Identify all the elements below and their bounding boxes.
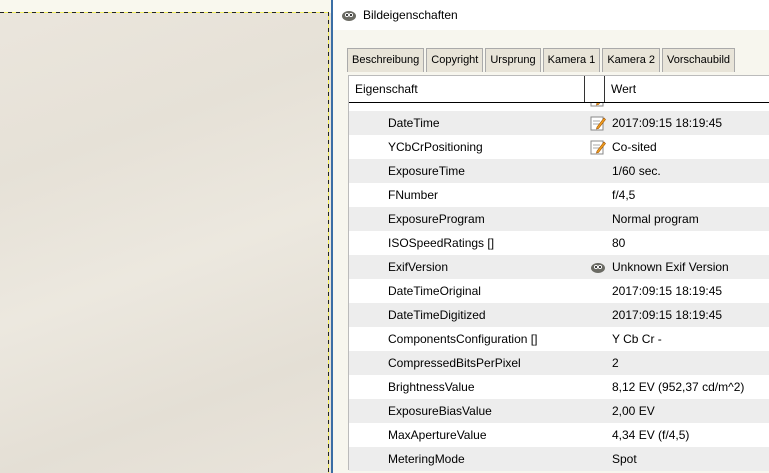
property-name: BrightnessValue xyxy=(388,380,475,394)
gimp-icon xyxy=(342,11,356,21)
column-header-property[interactable]: Eigenschaft xyxy=(349,76,585,102)
table-row[interactable]: BrightnessValue 8,12 EV (952,37 cd/m^2) xyxy=(349,375,769,399)
table-row[interactable]: DateTimeDigitized 2017:09:15 18:19:45 xyxy=(349,303,769,327)
property-name: DateTime xyxy=(388,116,440,130)
property-value: f/4,5 xyxy=(612,188,636,202)
column-header-value[interactable]: Wert xyxy=(605,76,636,102)
property-value: 2017:09:15 18:19:45 xyxy=(612,284,723,298)
property-name: ExifVersion xyxy=(388,260,449,274)
table-row[interactable]: FNumber f/4,5 xyxy=(349,183,769,207)
edit-icon[interactable] xyxy=(590,115,606,131)
table-body: SoftwareDSC-WX350 v2.00DateTime2017:09:1… xyxy=(349,87,769,471)
property-name: DateTimeOriginal xyxy=(388,284,481,298)
table-row[interactable]: ComponentsConfiguration [] Y Cb Cr - xyxy=(349,327,769,351)
properties-table: Eigenschaft Wert SoftwareDSC-WX350 v2.00… xyxy=(348,75,769,471)
tab-beschreibung[interactable]: Beschreibung xyxy=(347,48,425,72)
property-value: Co-sited xyxy=(612,140,657,154)
tab-kamera-2[interactable]: Kamera 2 xyxy=(602,48,661,72)
property-name: MeteringMode xyxy=(388,452,465,466)
tab-vorschaubild[interactable]: Vorschaubild xyxy=(662,48,736,72)
dialog-title: Bildeigenschaften xyxy=(363,8,458,22)
table-row[interactable]: MeteringMode Spot xyxy=(349,447,769,471)
property-name: MaxApertureValue xyxy=(388,428,487,442)
gimp-icon xyxy=(590,259,606,275)
property-name: YCbCrPositioning xyxy=(388,140,483,154)
table-row[interactable]: MaxApertureValue 4,34 EV (f/4,5) xyxy=(349,423,769,447)
table-row[interactable]: DateTime 2017:09:15 18:19:45 xyxy=(349,111,769,135)
tab-bar: Beschreibung Copyright Ursprung Kamera 1 Kam… xyxy=(347,48,737,72)
property-name: ExposureTime xyxy=(388,164,465,178)
property-value: 1/60 sec. xyxy=(612,164,661,178)
property-value: 80 xyxy=(612,236,626,250)
tab-copyright[interactable]: Copyright xyxy=(426,48,484,72)
property-value: 2017:09:15 18:19:45 xyxy=(612,308,723,322)
property-value: Y Cb Cr - xyxy=(612,332,662,346)
property-name: CompressedBitsPerPixel xyxy=(388,356,521,370)
column-header-icon[interactable] xyxy=(585,76,605,102)
property-value: Unknown Exif Version xyxy=(612,260,729,274)
table-row[interactable]: YCbCrPositioning Co-sited xyxy=(349,135,769,159)
property-name: ComponentsConfiguration [] xyxy=(388,332,538,346)
title-bar[interactable]: Bildeigenschaften xyxy=(333,0,769,30)
tab-ursprung[interactable]: Ursprung xyxy=(485,48,541,72)
image-properties-dialog: Bildeigenschaften Beschreibung Copyright U… xyxy=(331,0,769,473)
image-canvas[interactable] xyxy=(0,0,331,473)
property-value: 2,00 EV xyxy=(612,404,655,418)
table-row[interactable]: DateTimeOriginal 2017:09:15 18:19:45 xyxy=(349,279,769,303)
property-value: 4,34 EV (f/4,5) xyxy=(612,428,690,442)
table-row[interactable]: ExifVersion Unknown Exif Version xyxy=(349,255,769,279)
table-row[interactable]: ExposureProgram Normal program xyxy=(349,207,769,231)
property-name: ExposureBiasValue xyxy=(388,404,492,418)
property-name: ExposureProgram xyxy=(388,212,485,226)
tab-kamera-1[interactable]: Kamera 1 xyxy=(542,48,601,72)
property-value: 2017:09:15 18:19:45 xyxy=(612,116,723,130)
edit-icon[interactable] xyxy=(590,139,606,155)
property-name: ISOSpeedRatings [] xyxy=(388,236,495,250)
property-value: Spot xyxy=(612,452,637,466)
property-name: FNumber xyxy=(388,188,439,202)
property-value: Normal program xyxy=(612,212,699,226)
table-row[interactable]: ExposureTime 1/60 sec. xyxy=(349,159,769,183)
table-row[interactable]: ExposureBiasValue 2,00 EV xyxy=(349,399,769,423)
property-value: 2 xyxy=(612,356,619,370)
table-header: Eigenschaft Wert xyxy=(349,76,769,103)
table-row[interactable]: ISOSpeedRatings [] 80 xyxy=(349,231,769,255)
table-row[interactable]: CompressedBitsPerPixel 2 xyxy=(349,351,769,375)
property-value: 8,12 EV (952,37 cd/m^2) xyxy=(612,380,745,394)
property-name: DateTimeDigitized xyxy=(388,308,486,322)
layer-boundary-top xyxy=(0,12,329,13)
layer-boundary-right xyxy=(328,12,329,473)
